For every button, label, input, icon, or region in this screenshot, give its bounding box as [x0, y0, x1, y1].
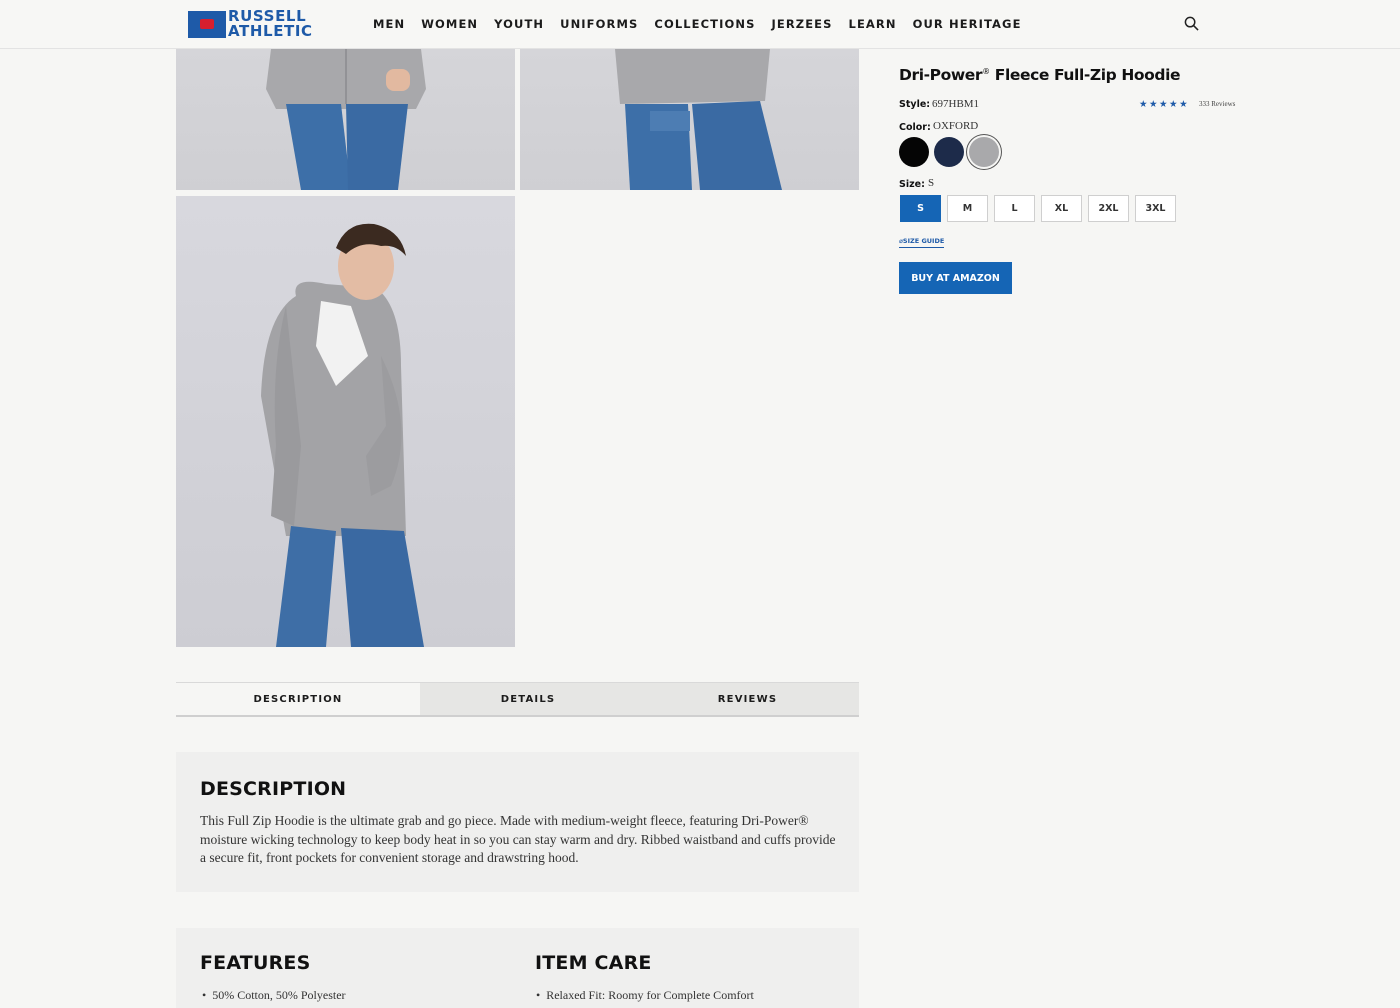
size-option-2xl[interactable]: 2XL: [1088, 195, 1129, 222]
size-option-m[interactable]: M: [947, 195, 988, 222]
item-care-list-item: • Relaxed Fit: Roomy for Complete Comfor…: [536, 988, 754, 1002]
nav-item-youth[interactable]: YOUTH: [494, 17, 544, 31]
description-panel: DESCRIPTION This Full Zip Hoodie is the …: [176, 752, 859, 892]
nav-item-women[interactable]: WOMEN: [421, 17, 478, 31]
rating-stars[interactable]: ★★★★★: [1139, 99, 1189, 110]
nav-item-uniforms[interactable]: UNIFORMS: [560, 17, 638, 31]
logo-line-2: ATHLETIC: [228, 21, 313, 40]
russell-athletic-logo[interactable]: RUSSELL ATHLETIC: [186, 9, 336, 39]
size-option-3xl[interactable]: 3XL: [1135, 195, 1176, 222]
tab-details[interactable]: DETAILS: [420, 683, 636, 715]
nav-item-men[interactable]: MEN: [373, 17, 405, 31]
product-image-back[interactable]: [520, 49, 859, 190]
size-option-xl[interactable]: XL: [1041, 195, 1082, 222]
color-swatch-navy[interactable]: [934, 137, 964, 167]
size-guide-link[interactable]: ⌀SIZE GUIDE: [899, 237, 945, 248]
description-text: This Full Zip Hoodie is the ultimate gra…: [200, 813, 836, 865]
color-label: Color:: [899, 122, 931, 133]
search-icon[interactable]: [1184, 16, 1199, 31]
features-panel: FEATURES • 50% Cotton, 50% Polyester ITE…: [176, 928, 859, 1008]
color-swatch-black[interactable]: [899, 137, 929, 167]
nav-item-collections[interactable]: COLLECTIONS: [654, 17, 755, 31]
product-title: Dri-Power® Fleece Full-Zip Hoodie: [899, 66, 1181, 84]
nav-item-jerzees[interactable]: JERZEES: [771, 17, 832, 31]
product-tabs: DESCRIPTION DETAILS REVIEWS: [176, 682, 859, 717]
logo-r-mark: [188, 11, 226, 38]
color-swatch-oxford[interactable]: [969, 137, 999, 167]
size-option-l[interactable]: L: [994, 195, 1035, 222]
tab-description[interactable]: DESCRIPTION: [176, 683, 420, 715]
style-value: 697HBM1: [932, 98, 980, 110]
buy-at-amazon-button[interactable]: BUY AT AMAZON: [899, 262, 1012, 294]
size-option-s[interactable]: S: [900, 195, 941, 222]
reviews-count[interactable]: 333 Reviews: [1199, 100, 1235, 108]
style-label: Style:: [899, 99, 931, 110]
size-label: Size:: [899, 179, 925, 190]
color-value: OXFORD: [933, 120, 979, 132]
main-nav: MEN WOMEN YOUTH UNIFORMS COLLECTIONS JER…: [373, 17, 1038, 31]
nav-item-our-heritage[interactable]: OUR HERITAGE: [913, 17, 1022, 31]
description-heading: DESCRIPTION: [200, 778, 347, 800]
product-image-side[interactable]: [176, 196, 515, 647]
nav-item-learn[interactable]: LEARN: [849, 17, 897, 31]
item-care-heading: ITEM CARE: [535, 952, 652, 974]
registered-mark: ®: [982, 66, 990, 76]
features-heading: FEATURES: [200, 952, 311, 974]
features-list-item: • 50% Cotton, 50% Polyester: [202, 988, 346, 1002]
product-image-front[interactable]: [176, 49, 515, 190]
site-header: RUSSELL ATHLETIC MEN WOMEN YOUTH UNIFORM…: [0, 0, 1400, 49]
size-value: S: [928, 177, 935, 189]
tab-reviews[interactable]: REVIEWS: [636, 683, 859, 715]
